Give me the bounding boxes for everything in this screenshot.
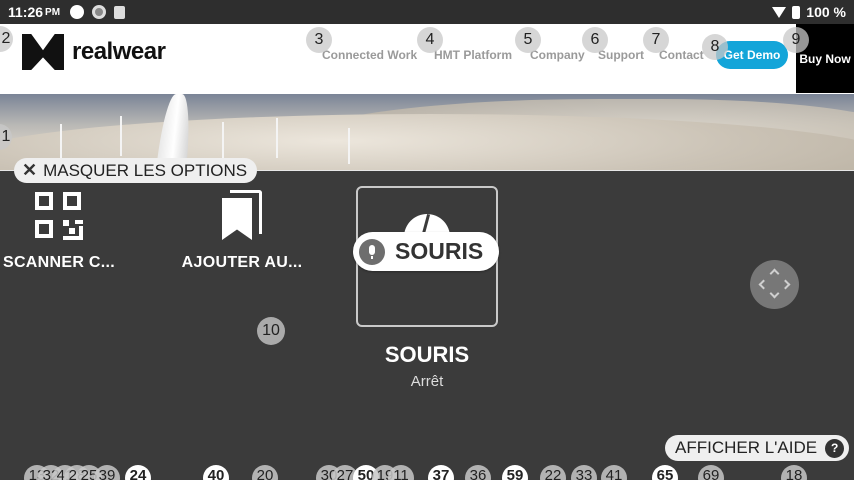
sd-card-icon [114, 5, 126, 19]
voice-marker[interactable]: 9 [783, 27, 809, 53]
scan-code-tile[interactable]: SCANNER C... [0, 186, 130, 326]
wifi-icon [772, 6, 787, 18]
voice-marker[interactable]: 40 [203, 465, 229, 480]
voice-marker[interactable]: 39 [94, 465, 120, 480]
voice-marker[interactable]: 36 [465, 465, 491, 480]
battery-icon [792, 5, 801, 19]
battery-level: 100 % [806, 4, 846, 20]
nav-company[interactable]: Company [530, 48, 585, 62]
logo-text: realwear [72, 38, 166, 65]
voice-marker[interactable]: 20 [252, 465, 278, 480]
ring-icon [92, 5, 107, 19]
voice-command-pill: SOURIS [353, 232, 499, 271]
voice-marker[interactable]: 69 [698, 465, 724, 480]
voice-marker[interactable]: 22 [540, 465, 566, 480]
nav-support[interactable]: Support [598, 48, 644, 62]
add-bookmark-tile[interactable]: AJOUTER AU... [171, 186, 313, 326]
qr-code-icon [35, 192, 83, 240]
wind-turbine [120, 116, 122, 156]
nav-hmt-platform[interactable]: HMT Platform [434, 48, 512, 62]
wind-turbine [222, 122, 224, 158]
clock-ampm: PM [45, 6, 61, 18]
dpad-control[interactable] [750, 260, 799, 309]
voice-command-text: SOURIS [395, 238, 484, 264]
voice-marker[interactable]: 41 [601, 465, 627, 480]
show-help-button[interactable]: AFFICHER L'AIDE ? [665, 435, 850, 461]
chevron-up-icon [769, 268, 780, 279]
chevron-down-icon [769, 288, 780, 299]
status-bar: 11:26 PM 100 % [0, 0, 854, 24]
voice-marker[interactable]: 4 [417, 27, 443, 53]
voice-marker[interactable]: 11 [388, 465, 414, 480]
add-bookmark-label: AJOUTER AU... [181, 254, 303, 271]
clock-time: 11:26 [8, 4, 44, 20]
voice-marker[interactable]: 5 [515, 27, 541, 53]
mouse-title: SOURIS [384, 342, 470, 367]
voice-marker[interactable]: 65 [652, 465, 678, 480]
voice-marker[interactable]: 7 [643, 27, 669, 53]
voice-marker[interactable]: 6 [582, 27, 608, 53]
voice-marker[interactable]: 33 [571, 465, 597, 480]
hide-options-label: MASQUER LES OPTIONS [43, 160, 248, 180]
voice-marker[interactable]: 37 [428, 465, 454, 480]
wind-turbine [60, 124, 62, 160]
hide-options-button[interactable]: ✕ MASQUER LES OPTIONS [14, 158, 258, 183]
realwear-logo[interactable]: realwear [22, 34, 166, 70]
nav-connected-work[interactable]: Connected Work [322, 48, 417, 62]
wind-turbine [348, 128, 350, 164]
voice-marker[interactable]: 18 [781, 465, 807, 480]
bookmark-icon [220, 190, 264, 240]
voice-marker[interactable]: 8 [702, 34, 728, 60]
help-icon: ? [825, 438, 845, 458]
screen: 11:26 PM 100 % realwear Connected Work H… [0, 0, 854, 480]
voice-marker[interactable]: 3 [306, 27, 332, 53]
realwear-logo-icon [22, 34, 64, 70]
voice-marker[interactable]: 10 [257, 317, 285, 345]
chevron-right-icon [780, 279, 791, 290]
site-header: realwear Connected Work HMT Platform Com… [0, 24, 854, 94]
bottom-marker-row: 13 32 41 28 25 39 24 40 20 30 27 50 19 1… [0, 465, 854, 480]
chevron-left-icon [758, 279, 769, 290]
status-icons-left [70, 5, 126, 19]
voice-marker[interactable]: 24 [125, 465, 151, 480]
circle-icon [70, 5, 85, 19]
close-icon: ✕ [22, 160, 38, 180]
mouse-status: Arrêt [410, 373, 444, 390]
nav-contact[interactable]: Contact [659, 48, 704, 62]
status-icons-right: 100 % [772, 0, 846, 24]
voice-marker[interactable]: 59 [502, 465, 528, 480]
wind-turbine [276, 118, 278, 158]
show-help-label: AFFICHER L'AIDE [675, 438, 818, 457]
scan-code-label: SCANNER C... [2, 254, 116, 271]
microphone-icon [359, 238, 385, 265]
voice-marker[interactable]: 2 [0, 26, 13, 52]
